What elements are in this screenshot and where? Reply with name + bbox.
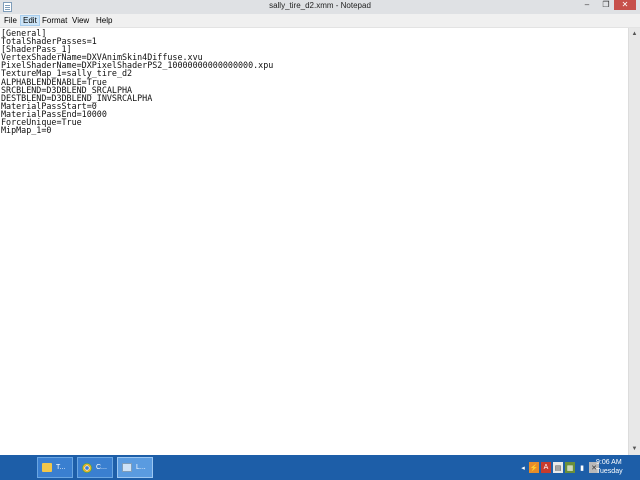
window-title: sally_tire_d2.xmm - Notepad [269,1,371,10]
power-icon[interactable]: ⚡ [529,462,539,473]
taskbar: T... C... L... ◂ ⚡ A ▤ ▦ ▮ ✕ 9:06 AM Tue… [0,455,640,480]
taskbar-clock[interactable]: 9:06 AM Tuesday [596,458,636,476]
notepad-icon [122,463,132,472]
menu-bar: File Edit Format View Help [0,14,640,28]
menu-edit[interactable]: Edit [20,15,40,26]
volume-icon[interactable]: ▮ [577,462,587,473]
clock-time: 9:06 AM [596,459,622,466]
clock-day: Tuesday [596,468,623,475]
scroll-track[interactable] [629,40,640,443]
document-text[interactable]: [General] TotalShaderPasses=1 [ShaderPas… [0,28,628,135]
scroll-up-icon[interactable]: ▲ [629,28,640,40]
vertical-scrollbar[interactable]: ▲ ▼ [628,28,640,455]
taskbar-button-label: L... [136,464,146,471]
scroll-down-icon[interactable]: ▼ [629,443,640,455]
show-hidden-icons-icon[interactable]: ◂ [519,462,527,473]
taskbar-button-notepad[interactable]: L... [117,457,153,478]
taskbar-button-label: T... [56,464,66,471]
taskbar-button-explorer[interactable]: T... [37,457,73,478]
maximize-button[interactable]: ❐ [598,0,614,10]
menu-file[interactable]: File [2,15,19,26]
minimize-button[interactable]: ‒ [576,0,598,10]
taskbar-button-label: C... [96,464,107,471]
menu-view[interactable]: View [70,15,91,26]
close-button[interactable]: ✕ [614,0,636,10]
chrome-icon [82,462,92,473]
taskbar-button-chrome[interactable]: C... [77,457,113,478]
menu-help[interactable]: Help [94,15,114,26]
text-editor[interactable]: [General] TotalShaderPasses=1 [ShaderPas… [0,28,628,455]
folder-icon [42,463,52,472]
menu-format[interactable]: Format [40,15,69,26]
app-tray-icon[interactable]: ▤ [553,462,563,473]
network-icon[interactable]: ▦ [565,462,575,473]
system-tray: ◂ ⚡ A ▤ ▦ ▮ ✕ [519,461,599,474]
title-bar[interactable]: sally_tire_d2.xmm - Notepad ‒ ❐ ✕ [0,0,640,14]
acrobat-icon[interactable]: A [541,462,551,473]
